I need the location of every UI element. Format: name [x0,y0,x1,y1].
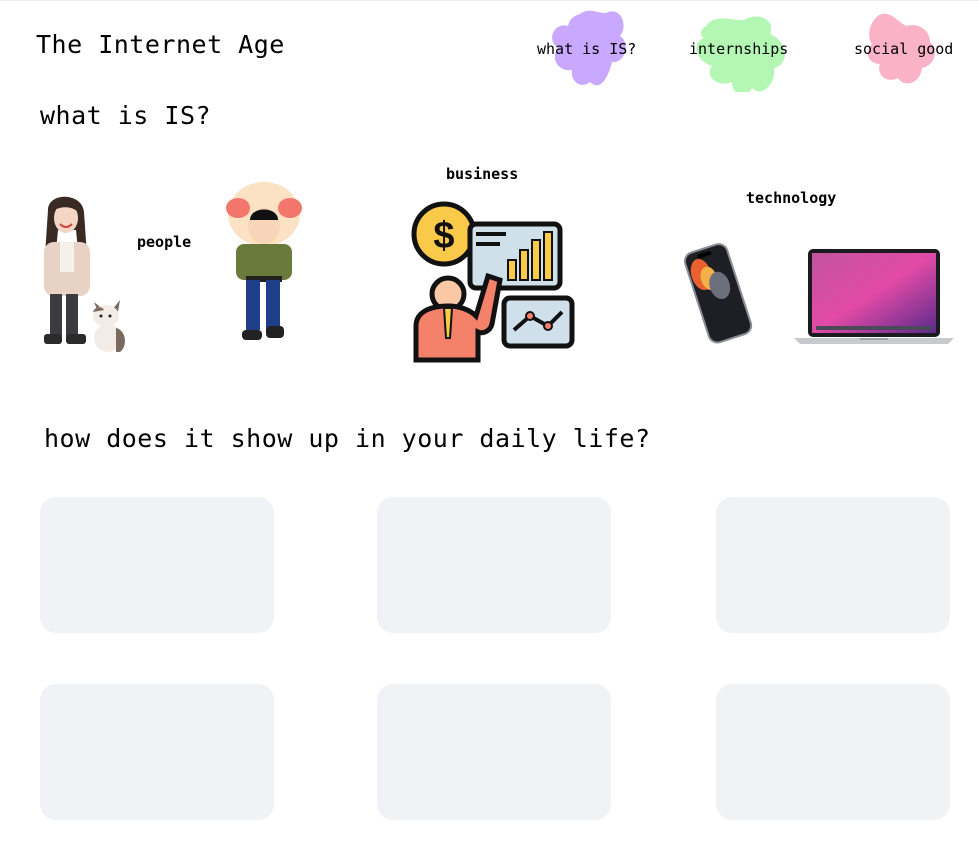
cat-illustration [93,300,125,352]
nav-item-internships[interactable]: internships [689,8,802,92]
nav-label-what-is: what is IS? [537,40,637,58]
site-title: The Internet Age [36,30,285,59]
people-label: people [137,233,192,251]
what-is-heading: what is IS? [40,101,212,130]
placeholder-card-6[interactable] [716,684,950,820]
nav-label-social-good: social good [854,40,954,58]
placeholder-card-5[interactable] [377,684,611,820]
svg-text:$: $ [433,215,454,257]
nav-item-what-is[interactable]: what is IS? [537,8,652,92]
laptop-illustration [794,249,954,344]
placeholder-card-2[interactable] [377,497,611,633]
top-divider [0,0,979,1]
placeholder-card-1[interactable] [40,497,274,633]
business-illustration: $ [411,201,575,363]
placeholder-card-4[interactable] [40,684,274,820]
daily-life-heading: how does it show up in your daily life? [44,424,651,453]
technology-label: technology [746,189,837,207]
smartphone-illustration [683,243,753,344]
placeholder-card-3[interactable] [716,497,950,633]
nav-label-internships: internships [689,40,789,58]
business-label: business [446,165,519,183]
boy-illustration [226,182,302,340]
nav-item-social-good[interactable]: social good [852,8,962,92]
